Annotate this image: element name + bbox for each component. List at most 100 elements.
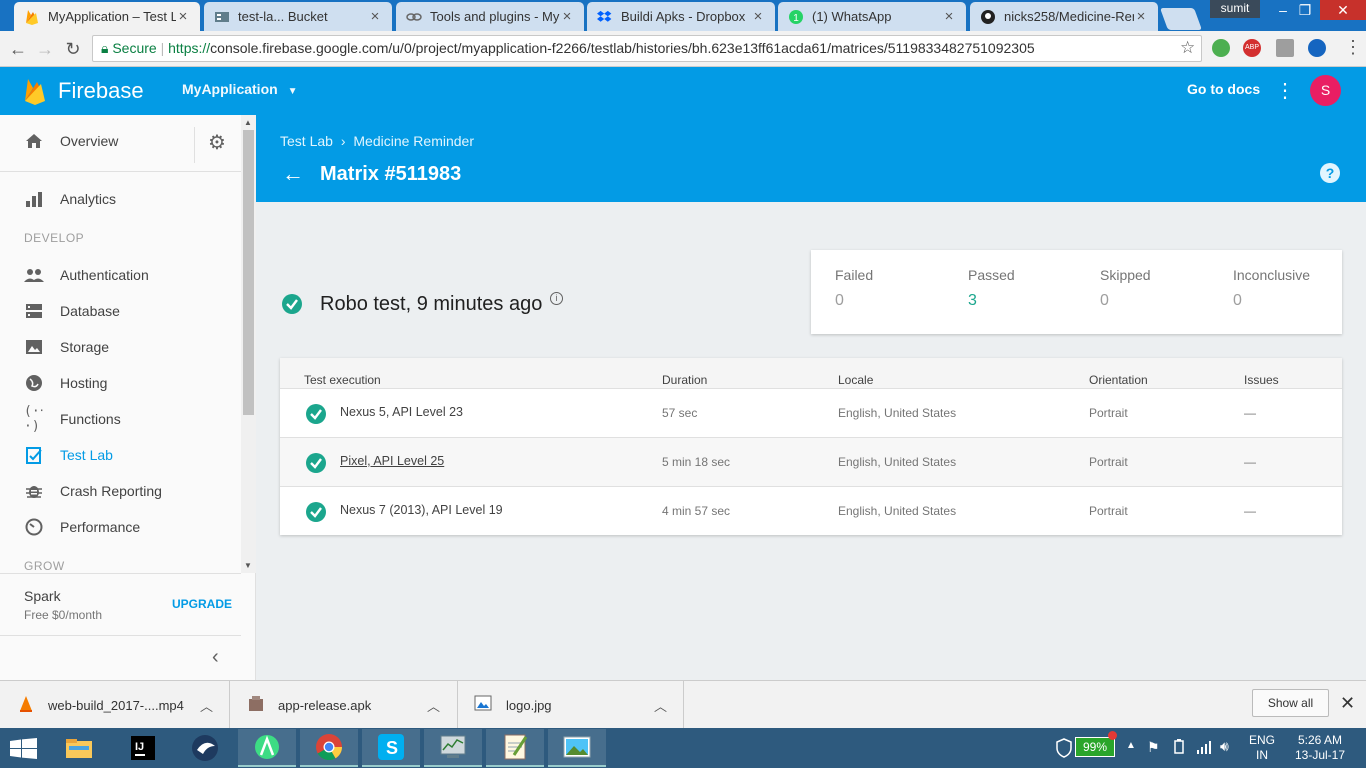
- table-row[interactable]: Pixel, API Level 25 5 min 18 sec English…: [280, 437, 1342, 486]
- close-tab-icon[interactable]: ×: [176, 9, 190, 24]
- info-icon[interactable]: i: [550, 292, 563, 305]
- skype-icon[interactable]: S: [362, 729, 420, 767]
- collapse-sidebar-bar: ‹: [0, 635, 241, 680]
- image-file-icon: [474, 695, 492, 714]
- file-explorer-icon[interactable]: [50, 729, 108, 767]
- photos-icon[interactable]: [548, 729, 606, 767]
- task-manager-icon[interactable]: [424, 729, 482, 767]
- address-bar[interactable]: 🔒︎ Secure | https://console.firebase.goo…: [92, 35, 1202, 62]
- show-all-downloads-button[interactable]: Show all: [1252, 689, 1329, 717]
- windows-defender-icon[interactable]: [1056, 738, 1072, 763]
- battery-indicator[interactable]: 99%: [1075, 737, 1115, 757]
- chrome-menu-icon[interactable]: ⋮: [1344, 37, 1362, 58]
- shield-extension-icon[interactable]: [1212, 39, 1230, 57]
- close-downloads-icon[interactable]: ✕: [1340, 693, 1355, 714]
- system-clock[interactable]: 5:26 AM 13-Jul-17: [1290, 733, 1350, 763]
- project-selector[interactable]: MyApplication ▼: [182, 81, 298, 97]
- intellij-icon[interactable]: IJ: [114, 729, 172, 767]
- table-row[interactable]: Nexus 5, API Level 23 57 sec English, Un…: [280, 388, 1342, 437]
- volume-icon[interactable]: 🔊︎: [1220, 738, 1229, 755]
- execution-orientation: Portrait: [1089, 406, 1128, 420]
- browser-tab[interactable]: nicks258/Medicine-Rem ×: [970, 2, 1158, 31]
- table-row[interactable]: Nexus 7 (2013), API Level 19 4 min 57 se…: [280, 486, 1342, 535]
- upgrade-button[interactable]: UPGRADE: [172, 597, 232, 611]
- window-close-button[interactable]: ✕: [1320, 0, 1366, 20]
- collapse-chevron-icon[interactable]: ‹: [212, 646, 219, 669]
- browser-tab[interactable]: test-la... Bucket ×: [204, 2, 392, 31]
- more-options-icon[interactable]: ⋮: [1275, 78, 1295, 103]
- download-item[interactable]: app-release.apk ︿: [230, 681, 458, 729]
- profile-name[interactable]: sumit: [1210, 0, 1260, 18]
- sidebar-item-authentication[interactable]: Authentication: [0, 257, 240, 293]
- action-center-flag-icon[interactable]: ⚑: [1147, 739, 1160, 756]
- column-header-issues[interactable]: Issues: [1244, 373, 1279, 387]
- execution-name[interactable]: Pixel, API Level 25: [340, 454, 444, 468]
- input-language[interactable]: ENG IN: [1248, 733, 1276, 763]
- download-item[interactable]: logo.jpg ︿: [458, 681, 684, 729]
- scroll-down-arrow-icon[interactable]: ▼: [244, 561, 252, 570]
- extension-icon[interactable]: [1308, 39, 1326, 57]
- lock-icon: 🔒︎: [101, 40, 109, 56]
- test-executions-table: Test execution Duration Locale Orientati…: [280, 358, 1342, 535]
- column-header-test-execution[interactable]: Test execution: [304, 373, 381, 387]
- sidebar-item-hosting[interactable]: Hosting: [0, 365, 240, 401]
- plan-name: Spark: [24, 588, 61, 604]
- sidebar-item-test-lab[interactable]: Test Lab: [0, 437, 240, 473]
- breadcrumb-medicine-reminder[interactable]: Medicine Reminder: [353, 133, 474, 149]
- avatar[interactable]: S: [1310, 75, 1341, 106]
- browser-tab[interactable]: 1 (1) WhatsApp ×: [778, 2, 966, 31]
- chevron-up-icon[interactable]: ︿: [200, 696, 213, 715]
- column-header-duration[interactable]: Duration: [662, 373, 707, 387]
- close-tab-icon[interactable]: ×: [751, 9, 765, 24]
- breadcrumb-test-lab[interactable]: Test Lab: [280, 133, 333, 149]
- sidebar-item-database[interactable]: Database: [0, 293, 240, 329]
- browser-tab[interactable]: Tools and plugins - My F ×: [396, 2, 584, 31]
- sidebar-scrollbar[interactable]: ▲ ▼: [241, 115, 256, 573]
- back-icon[interactable]: ←: [6, 37, 30, 61]
- chrome-icon[interactable]: [300, 729, 358, 767]
- firebase-brand[interactable]: Firebase: [58, 78, 144, 104]
- execution-name[interactable]: Nexus 7 (2013), API Level 19: [340, 503, 503, 517]
- scroll-up-arrow-icon[interactable]: ▲: [244, 118, 252, 127]
- close-tab-icon[interactable]: ×: [1134, 9, 1148, 24]
- adblock-icon[interactable]: ABP: [1243, 39, 1261, 57]
- column-header-locale[interactable]: Locale: [838, 373, 873, 387]
- browser-tab[interactable]: Buildi Apks - Dropbox ×: [587, 2, 775, 31]
- eagle-app-icon[interactable]: [176, 729, 234, 767]
- android-studio-icon[interactable]: [238, 729, 296, 767]
- column-header-orientation[interactable]: Orientation: [1089, 373, 1148, 387]
- go-to-docs-link[interactable]: Go to docs: [1187, 81, 1260, 97]
- notepad-icon[interactable]: [486, 729, 544, 767]
- restore-button[interactable]: ❐: [1288, 0, 1322, 20]
- download-item[interactable]: web-build_2017-....mp4 ︿: [0, 681, 230, 729]
- close-tab-icon[interactable]: ×: [942, 9, 956, 24]
- extension-icon[interactable]: [1276, 39, 1294, 57]
- windows-start-icon[interactable]: [10, 738, 38, 765]
- new-tab-button[interactable]: [1159, 8, 1203, 30]
- back-arrow-icon[interactable]: ←: [282, 161, 304, 187]
- power-plug-icon[interactable]: [1171, 739, 1187, 760]
- close-tab-icon[interactable]: ×: [560, 9, 574, 24]
- browser-tab[interactable]: MyApplication – Test Lab ×: [14, 2, 200, 31]
- sidebar-item-storage[interactable]: Storage: [0, 329, 240, 365]
- sidebar-item-functions[interactable]: (·‧·) Functions: [0, 401, 240, 437]
- network-signal-icon[interactable]: [1196, 739, 1212, 760]
- scrollbar-thumb[interactable]: [243, 130, 254, 415]
- close-tab-icon[interactable]: ×: [368, 9, 382, 24]
- execution-name[interactable]: Nexus 5, API Level 23: [340, 405, 463, 419]
- sidebar-item-performance[interactable]: Performance: [0, 509, 240, 545]
- bookmark-star-icon[interactable]: ☆: [1180, 38, 1195, 58]
- firebase-logo-icon[interactable]: [24, 77, 46, 110]
- forward-icon[interactable]: →: [33, 37, 57, 61]
- sidebar-item-analytics[interactable]: Analytics: [0, 181, 240, 217]
- functions-icon: (·‧·): [24, 404, 44, 434]
- sidebar-item-overview[interactable]: Overview: [0, 123, 194, 159]
- chevron-up-icon[interactable]: ︿: [654, 696, 667, 715]
- chevron-up-icon[interactable]: ︿: [427, 696, 440, 715]
- show-hidden-icons-chevron[interactable]: ▲: [1126, 740, 1136, 751]
- help-icon[interactable]: ?: [1320, 163, 1340, 183]
- reload-icon[interactable]: ↻: [61, 37, 85, 61]
- sidebar-item-crash-reporting[interactable]: Crash Reporting: [0, 473, 240, 509]
- execution-issues: —: [1244, 504, 1256, 518]
- settings-gear-icon[interactable]: ⚙: [206, 132, 228, 154]
